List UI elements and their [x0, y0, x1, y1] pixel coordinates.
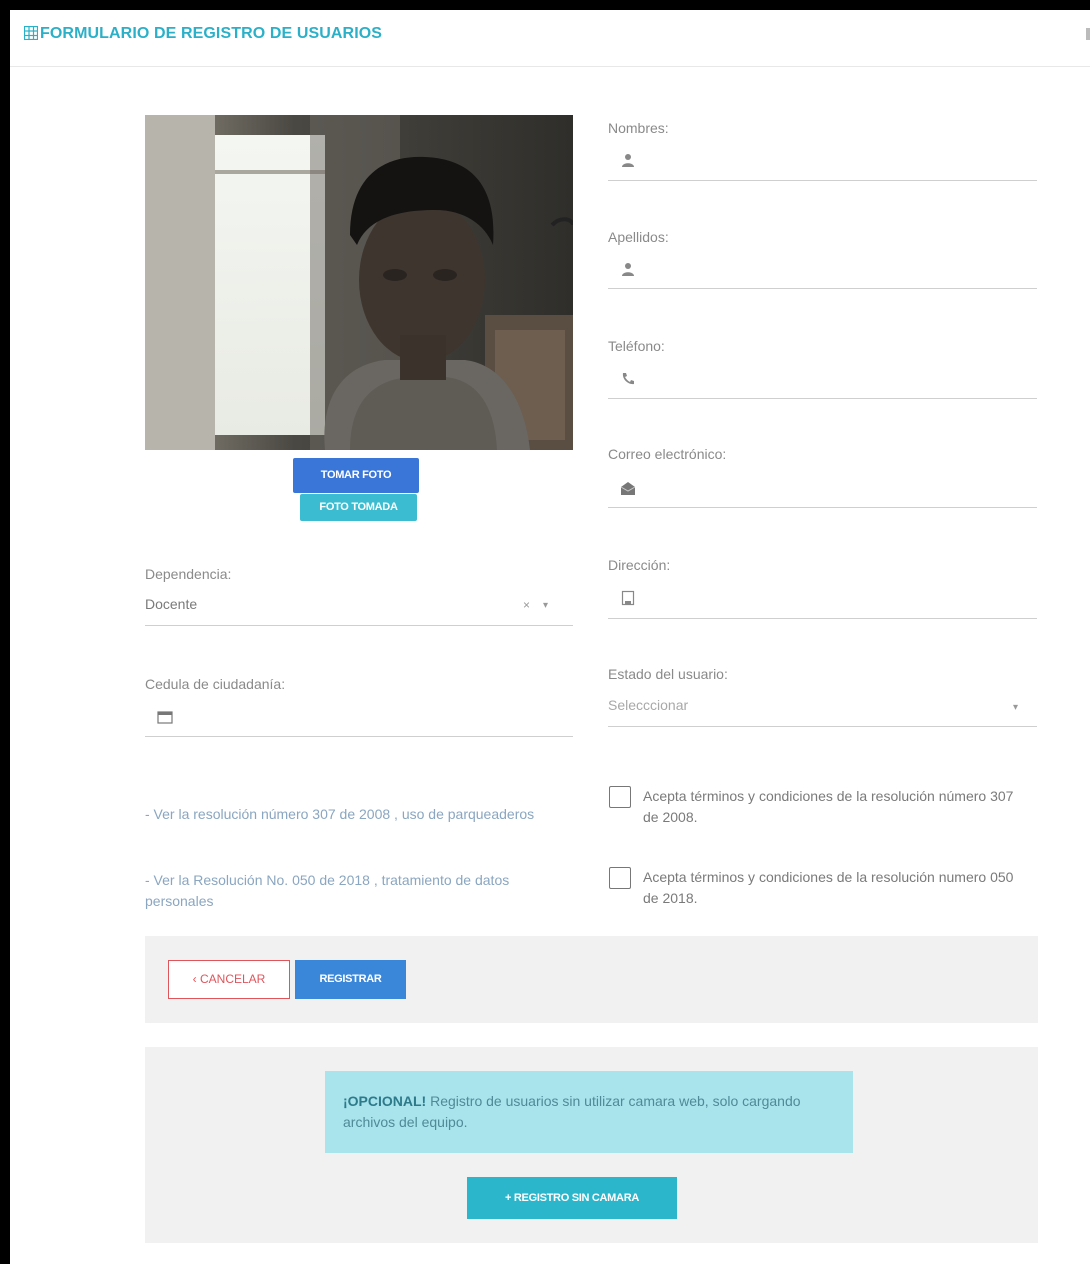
webcam-image	[145, 115, 573, 450]
optional-alert-title: ¡OPCIONAL!	[343, 1093, 427, 1109]
dependencia-underline	[145, 625, 573, 626]
direccion-underline	[608, 618, 1037, 619]
register-button[interactable]: REGISTRAR	[295, 960, 406, 999]
optional-alert: ¡OPCIONAL! Registro de usuarios sin util…	[325, 1071, 853, 1153]
user-icon	[622, 263, 634, 276]
cedula-label: Cedula de ciudadanía:	[145, 676, 286, 692]
registration-page: FORMULARIO DE REGISTRO DE USUARIOS TOMAR…	[10, 10, 1090, 1264]
page-title: FORMULARIO DE REGISTRO DE USUARIOS	[40, 25, 383, 42]
accept-307-checkbox[interactable]	[609, 786, 631, 808]
cancel-button[interactable]: ‹ CANCELAR	[168, 960, 290, 999]
accept-050-label: Acepta términos y condiciones de la reso…	[643, 869, 1014, 906]
webcam-preview	[145, 115, 573, 450]
resolution-307-link[interactable]: - Ver la resolución número 307 de 2008 ,…	[145, 804, 555, 825]
estado-select[interactable]: Selecccionar	[608, 697, 688, 713]
phone-icon	[622, 373, 634, 385]
estado-label: Estado del usuario:	[608, 666, 728, 682]
building-icon	[621, 590, 635, 606]
user-icon	[622, 154, 634, 167]
take-photo-button[interactable]: TOMAR FOTO	[293, 458, 419, 493]
estado-underline	[608, 726, 1037, 727]
accept-307-label: Acepta términos y condiciones de la reso…	[643, 788, 1014, 825]
nombres-underline	[608, 180, 1037, 181]
register-without-camera-button[interactable]: + REGISTRO SIN CAMARA	[467, 1177, 677, 1219]
cedula-underline	[145, 736, 573, 737]
resolution-050-link[interactable]: - Ver la Resolución No. 050 de 2018 , tr…	[145, 870, 555, 912]
envelope-icon	[620, 482, 636, 495]
clear-icon[interactable]: ×	[523, 598, 530, 612]
photo-taken-button[interactable]: FOTO TOMADA	[300, 494, 417, 521]
chevron-down-icon[interactable]: ▾	[543, 600, 548, 611]
id-card-icon	[157, 711, 173, 724]
chevron-down-icon[interactable]: ▾	[1013, 702, 1018, 713]
correo-underline	[608, 507, 1037, 508]
accept-050-checkbox[interactable]	[609, 867, 631, 889]
direccion-label: Dirección:	[608, 557, 671, 573]
telefono-label: Teléfono:	[608, 338, 665, 354]
collapse-handle[interactable]	[1086, 28, 1090, 40]
dependencia-select[interactable]: Docente	[145, 596, 197, 612]
page-header: FORMULARIO DE REGISTRO DE USUARIOS	[10, 10, 1090, 67]
telefono-underline	[608, 398, 1037, 399]
table-icon	[24, 26, 38, 40]
apellidos-underline	[608, 288, 1037, 289]
nombres-label: Nombres:	[608, 120, 669, 136]
dependencia-label: Dependencia:	[145, 566, 232, 582]
correo-label: Correo electrónico:	[608, 446, 727, 462]
apellidos-label: Apellidos:	[608, 229, 669, 245]
